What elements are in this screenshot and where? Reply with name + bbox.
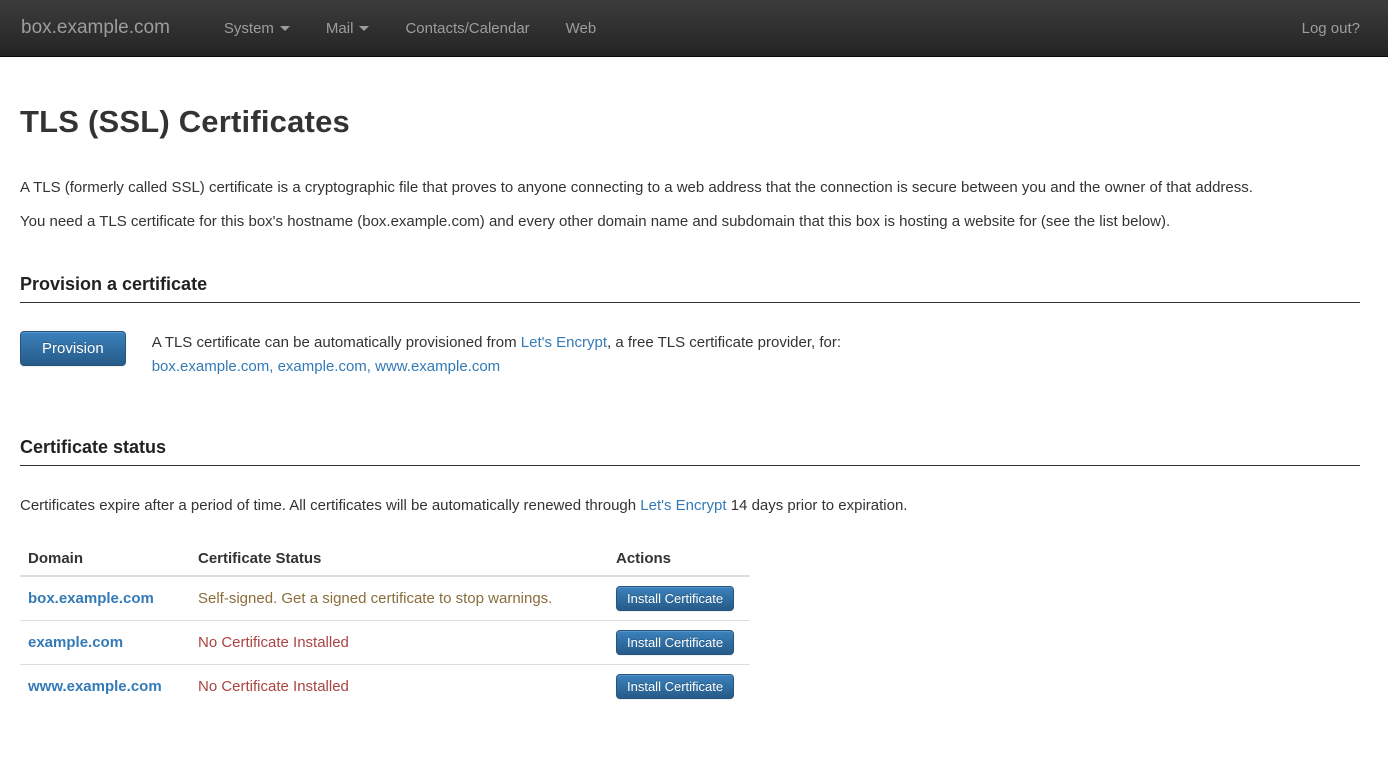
install-certificate-button[interactable]: Install Certificate bbox=[616, 586, 734, 611]
page-title: TLS (SSL) Certificates bbox=[20, 104, 1360, 140]
column-header-domain: Domain bbox=[20, 542, 190, 576]
intro-paragraph-1: A TLS (formerly called SSL) certificate … bbox=[20, 176, 1360, 200]
table-row: example.com No Certificate Installed Ins… bbox=[20, 620, 750, 664]
main-content: TLS (SSL) Certificates A TLS (formerly c… bbox=[0, 104, 1388, 708]
caret-down-icon bbox=[359, 26, 369, 31]
certificate-table: Domain Certificate Status Actions box.ex… bbox=[20, 542, 750, 708]
provision-section-heading: Provision a certificate bbox=[20, 274, 1360, 303]
certificate-status-text: No Certificate Installed bbox=[198, 678, 349, 695]
nav-item-system[interactable]: System bbox=[206, 0, 308, 56]
install-certificate-button[interactable]: Install Certificate bbox=[616, 630, 734, 655]
nav-item-contacts-calendar[interactable]: Contacts/Calendar bbox=[387, 0, 547, 56]
status-paragraph: Certificates expire after a period of ti… bbox=[20, 494, 1360, 518]
nav-item-label: Web bbox=[566, 20, 597, 37]
install-certificate-button[interactable]: Install Certificate bbox=[616, 674, 734, 699]
nav-item-web[interactable]: Web bbox=[548, 0, 615, 56]
logout-link[interactable]: Log out? bbox=[1302, 20, 1360, 37]
nav-item-mail[interactable]: Mail bbox=[308, 0, 388, 56]
column-header-certificate-status: Certificate Status bbox=[190, 542, 608, 576]
navbar-brand[interactable]: box.example.com bbox=[21, 17, 170, 39]
domain-link[interactable]: box.example.com bbox=[28, 590, 154, 607]
column-header-actions: Actions bbox=[608, 542, 750, 576]
top-navbar: box.example.com System Mail Contacts/Cal… bbox=[0, 0, 1388, 57]
nav-item-label: System bbox=[224, 20, 274, 37]
domain-link[interactable]: example.com bbox=[28, 634, 123, 651]
table-header-row: Domain Certificate Status Actions bbox=[20, 542, 750, 576]
lets-encrypt-link[interactable]: Let's Encrypt bbox=[640, 497, 726, 514]
navbar-right: Log out? bbox=[1302, 20, 1360, 37]
nav-item-label: Contacts/Calendar bbox=[405, 20, 529, 37]
intro-paragraph-2: You need a TLS certificate for this box'… bbox=[20, 210, 1360, 234]
provision-domains-list: box.example.com, example.com, www.exampl… bbox=[152, 358, 500, 375]
status-text-before: Certificates expire after a period of ti… bbox=[20, 497, 640, 514]
domain-link[interactable]: www.example.com bbox=[28, 678, 162, 695]
provision-text-after: , a free TLS certificate provider, for: bbox=[607, 334, 841, 351]
caret-down-icon bbox=[280, 26, 290, 31]
navbar-menu: System Mail Contacts/Calendar Web bbox=[206, 0, 614, 56]
provision-text-before: A TLS certificate can be automatically p… bbox=[152, 334, 521, 351]
table-row: box.example.com Self-signed. Get a signe… bbox=[20, 576, 750, 620]
status-text-after: 14 days prior to expiration. bbox=[727, 497, 908, 514]
provision-row: Provision A TLS certificate can be autom… bbox=[20, 331, 1360, 379]
nav-item-label: Mail bbox=[326, 20, 354, 37]
table-row: www.example.com No Certificate Installed… bbox=[20, 664, 750, 708]
provision-button[interactable]: Provision bbox=[20, 331, 126, 366]
certificate-status-text: Self-signed. Get a signed certificate to… bbox=[198, 590, 552, 607]
status-section-heading: Certificate status bbox=[20, 437, 1360, 466]
provision-description: A TLS certificate can be automatically p… bbox=[152, 331, 841, 379]
certificate-status-text: No Certificate Installed bbox=[198, 634, 349, 651]
lets-encrypt-link[interactable]: Let's Encrypt bbox=[521, 334, 607, 351]
